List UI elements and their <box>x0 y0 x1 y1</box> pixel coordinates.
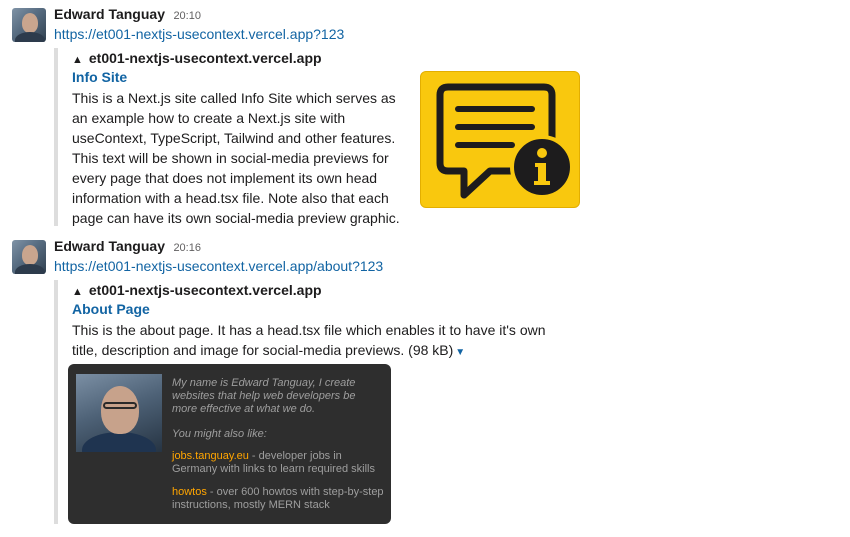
preview-title[interactable]: About Page <box>72 301 150 317</box>
preview-site-name[interactable]: ▲ et001-nextjs-usecontext.vercel.app <box>72 282 322 298</box>
card-also-like: You might also like: <box>172 428 267 440</box>
message-header: Edward Tanguay 20:10 <box>54 6 201 24</box>
author-name[interactable]: Edward Tanguay <box>54 6 165 22</box>
card-link-item: jobs.tanguay.eu - developer jobs in Germ… <box>172 450 375 475</box>
card-intro: My name is Edward Tanguay, I create webs… <box>172 377 356 415</box>
message-link[interactable]: https://et001-nextjs-usecontext.vercel.a… <box>54 26 344 42</box>
link-preview: ▲ et001-nextjs-usecontext.vercel.app Info… <box>54 48 598 226</box>
timestamp[interactable]: 20:10 <box>173 10 201 22</box>
preview-title[interactable]: Info Site <box>72 69 127 85</box>
preview-image[interactable] <box>420 71 580 208</box>
card-link-jobs[interactable]: jobs.tanguay.eu <box>172 450 249 462</box>
author-name[interactable]: Edward Tanguay <box>54 238 165 254</box>
profile-photo <box>76 374 162 452</box>
preview-site-name[interactable]: ▲ et001-nextjs-usecontext.vercel.app <box>72 50 322 66</box>
timestamp[interactable]: 20:16 <box>173 242 201 254</box>
chevron-down-icon[interactable]: ▼ <box>455 347 465 358</box>
message-1: Edward Tanguay 20:10 https://et001-nextj… <box>0 0 850 236</box>
card-link-item: howtos - over 600 howtos with step-by-st… <box>172 486 384 511</box>
chat-info-icon <box>436 83 574 199</box>
triangle-logo-icon: ▲ <box>72 286 83 298</box>
message-2: Edward Tanguay 20:16 https://et001-nextj… <box>0 232 850 532</box>
preview-image-card[interactable]: My name is Edward Tanguay, I create webs… <box>68 364 391 524</box>
link-preview: ▲ et001-nextjs-usecontext.vercel.app Abou… <box>54 280 558 524</box>
preview-description: This is the about page. It has a head.ts… <box>72 322 546 358</box>
card-link-howtos[interactable]: howtos <box>172 486 207 498</box>
file-size: (98 kB) <box>408 342 454 358</box>
preview-description: This is a Next.js site called Info Site … <box>72 90 400 226</box>
message-link[interactable]: https://et001-nextjs-usecontext.vercel.a… <box>54 258 383 274</box>
avatar[interactable] <box>12 8 46 42</box>
avatar[interactable] <box>12 240 46 274</box>
triangle-logo-icon: ▲ <box>72 54 83 66</box>
message-header: Edward Tanguay 20:16 <box>54 238 201 256</box>
